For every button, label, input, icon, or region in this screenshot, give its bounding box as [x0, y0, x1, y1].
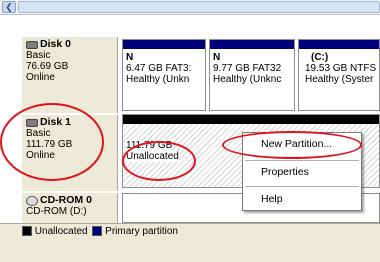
partition-size: 9.77 GB FAT32: [213, 63, 282, 74]
scroll-left-arrow-icon[interactable]: ❮: [2, 1, 16, 13]
partition-letter: N: [213, 52, 221, 63]
partition-status: Healthy (Unknc: [213, 74, 282, 85]
hard-disk-icon: [26, 40, 38, 49]
primary-partition-bar: [299, 40, 379, 49]
annotation-ellipse-disk-1: [0, 103, 104, 181]
disk-type: Basic: [26, 50, 51, 61]
cdrom-icon: [26, 195, 38, 206]
partition-status: Healthy (Unkn: [126, 74, 190, 85]
unallocated-swatch: [22, 226, 32, 237]
partition-c[interactable]: (C:) 19.53 GB NTFS Healthy (Syster: [298, 39, 380, 111]
cdrom-0-label[interactable]: CD-ROM 0 CD-ROM (D:): [22, 193, 118, 223]
partition-letter: N: [126, 52, 134, 63]
menu-item-help[interactable]: Help: [243, 190, 361, 208]
primary-partition-bar: [210, 40, 294, 49]
partition-status: Healthy (Syster: [305, 74, 374, 85]
partition-letter: (C:): [311, 52, 329, 63]
legend-bar: Unallocated Primary partition: [0, 223, 380, 262]
partition-size: 19.53 GB NTFS: [305, 63, 377, 74]
annotation-ellipse-unallocated: [122, 141, 196, 181]
legend: Unallocated Primary partition: [22, 226, 178, 238]
menu-separator: [245, 186, 359, 187]
annotation-ellipse-new-partition: [222, 131, 362, 159]
legend-unallocated: Unallocated: [34, 226, 88, 237]
primary-partition-swatch: [92, 226, 103, 237]
unallocated-bar: [123, 115, 379, 124]
menu-separator: [245, 160, 359, 161]
partition-n-1[interactable]: N 6.47 GB FAT3: Healthy (Unkn: [122, 39, 206, 111]
partition-n-2[interactable]: N 9.77 GB FAT32 Healthy (Unknc: [209, 39, 295, 111]
menu-item-properties[interactable]: Properties: [243, 163, 361, 181]
disk-0-label[interactable]: Disk 0 Basic 76.69 GB Online: [22, 37, 118, 113]
scrollbar-thumb[interactable]: [18, 1, 380, 13]
disk-name: CD-ROM 0: [40, 194, 92, 206]
disk-name: Disk 0: [40, 38, 71, 50]
disk-size: 76.69 GB: [26, 61, 69, 72]
primary-partition-bar: [123, 40, 205, 49]
disk-type: CD-ROM (D:): [26, 206, 87, 217]
legend-primary-partition: Primary partition: [105, 226, 178, 237]
disk-status: Online: [26, 72, 55, 83]
partition-size: 6.47 GB FAT3:: [126, 63, 192, 74]
